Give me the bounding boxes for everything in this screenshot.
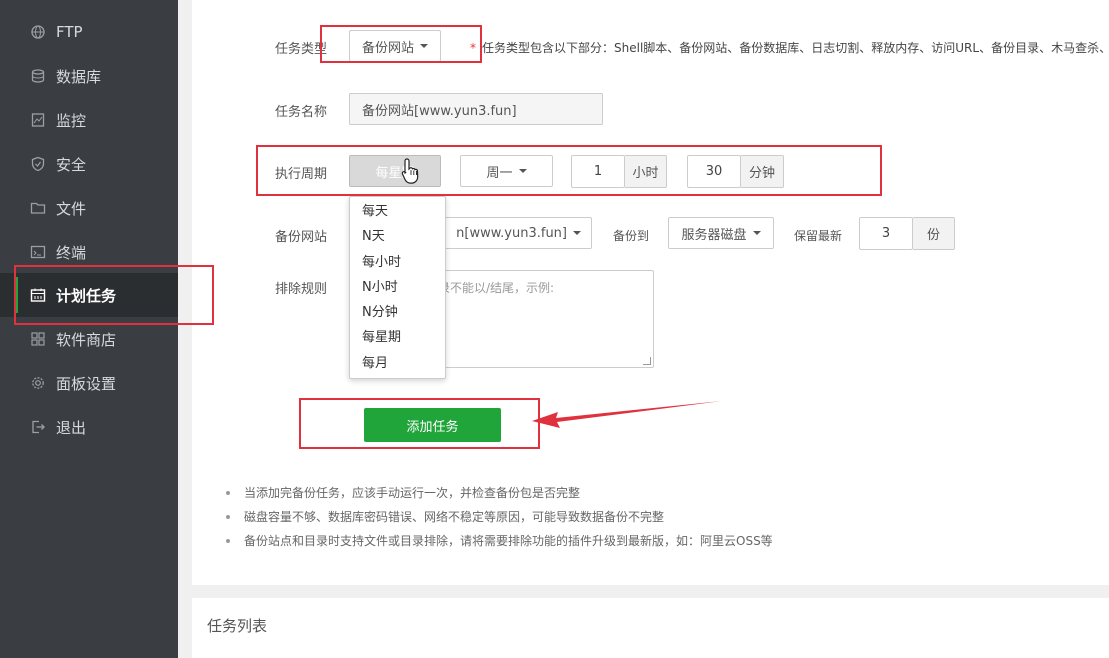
backup-site-label: 备份网站 xyxy=(275,230,328,245)
hour-unit: 小时 xyxy=(625,155,667,188)
hand-cursor-icon xyxy=(401,158,419,184)
monitor-icon xyxy=(30,112,46,128)
sidebar: FTP 数据库 监控 安全 文件 终端 计划任务 软件商店 面板设置 退出 xyxy=(0,0,178,658)
sidebar-item-database[interactable]: 数据库 xyxy=(0,54,178,98)
sidebar-item-logout[interactable]: 退出 xyxy=(0,405,178,449)
task-name-label: 任务名称 xyxy=(275,105,328,120)
exclude-label: 排除规则 xyxy=(275,282,328,297)
dropdown-option-hourly[interactable]: 每小时 xyxy=(350,250,445,275)
sidebar-item-security[interactable]: 安全 xyxy=(0,142,178,186)
task-type-value: 备份网站 xyxy=(361,40,414,56)
sidebar-item-label: 数据库 xyxy=(56,67,102,86)
resize-handle-icon[interactable] xyxy=(643,357,651,365)
chevron-down-icon xyxy=(420,44,428,48)
folder-icon xyxy=(30,200,46,216)
calendar-icon xyxy=(30,287,46,303)
keep-latest-label: 保留最新 xyxy=(794,229,843,243)
sidebar-item-terminal[interactable]: 终端 xyxy=(0,230,178,274)
backup-to-value: 服务器磁盘 xyxy=(681,227,747,243)
task-type-select[interactable]: 备份网站 xyxy=(349,30,441,62)
logout-icon xyxy=(30,419,46,435)
period-label: 执行周期 xyxy=(275,167,328,182)
add-task-form: 任务类型 备份网站 * 任务类型包含以下部分：Shell脚本、备份网站、备份数据库… xyxy=(192,0,1109,585)
grid-icon xyxy=(30,331,46,347)
sidebar-item-label: 面板设置 xyxy=(56,374,117,393)
sidebar-item-label: FTP xyxy=(56,23,83,41)
terminal-icon xyxy=(30,244,46,260)
sidebar-item-monitor[interactable]: 监控 xyxy=(0,98,178,142)
sidebar-item-app-store[interactable]: 软件商店 xyxy=(0,317,178,361)
dropdown-option-monthly[interactable]: 每月 xyxy=(350,351,445,376)
sidebar-item-label: 终端 xyxy=(56,243,87,262)
task-name-input[interactable]: 备份网站[www.yun3.fun] xyxy=(349,93,603,125)
minute-unit: 分钟 xyxy=(741,155,784,188)
weekday-select[interactable]: 周一 xyxy=(460,155,553,187)
list-item: 备份站点和目录时支持文件或目录排除，请将需要排除功能的插件升级到最新版，如：阿里… xyxy=(226,532,773,556)
backup-to-select[interactable]: 服务器磁盘 xyxy=(668,217,774,249)
backup-to-label: 备份到 xyxy=(613,229,650,243)
keep-latest-unit: 份 xyxy=(913,217,955,250)
sidebar-item-label: 退出 xyxy=(56,418,87,437)
dropdown-option-n-hours[interactable]: N小时 xyxy=(350,275,445,300)
exclude-placeholder: 录不能以/结尾，示例: xyxy=(438,281,555,295)
database-icon xyxy=(30,68,46,84)
dropdown-option-daily[interactable]: 每天 xyxy=(350,199,445,224)
sidebar-item-label: 监控 xyxy=(56,111,87,130)
sidebar-item-scheduled-tasks[interactable]: 计划任务 xyxy=(0,273,178,317)
dropdown-option-n-days[interactable]: N天 xyxy=(350,224,445,249)
main-content: 任务类型 备份网站 * 任务类型包含以下部分：Shell脚本、备份网站、备份数据库… xyxy=(178,0,1109,658)
required-mark: * xyxy=(470,41,476,55)
period-type-select[interactable]: 每星期 xyxy=(349,155,441,187)
globe-icon xyxy=(30,24,46,40)
sidebar-item-label: 计划任务 xyxy=(56,286,117,305)
keep-latest-input[interactable]: 3 xyxy=(859,217,913,250)
dropdown-option-weekly[interactable]: 每星期 xyxy=(350,325,445,350)
list-item: 磁盘容量不够、数据库密码错误、网络不稳定等原因，可能导致数据备份不完整 xyxy=(226,508,773,532)
add-task-button[interactable]: 添加任务 xyxy=(364,408,501,442)
gear-icon xyxy=(30,375,46,391)
backup-site-value: n[www.yun3.fun] xyxy=(456,225,567,241)
task-type-hint-text: 任务类型包含以下部分：Shell脚本、备份网站、备份数据库、日志切割、释放内存、… xyxy=(482,41,1109,55)
sidebar-item-files[interactable]: 文件 xyxy=(0,186,178,230)
dropdown-option-n-minutes[interactable]: N分钟 xyxy=(350,300,445,325)
task-list-title: 任务列表 xyxy=(207,617,268,635)
chevron-down-icon xyxy=(573,231,581,235)
notes-list: 当添加完备份任务，应该手动运行一次，并检查备份包是否完整 磁盘容量不够、数据库密… xyxy=(226,484,773,556)
list-item: 当添加完备份任务，应该手动运行一次，并检查备份包是否完整 xyxy=(226,484,773,508)
sidebar-item-label: 文件 xyxy=(56,199,87,218)
sidebar-item-ftp[interactable]: FTP xyxy=(0,10,178,54)
sidebar-item-label: 安全 xyxy=(56,155,87,174)
sidebar-item-label: 软件商店 xyxy=(56,330,117,349)
weekday-value: 周一 xyxy=(486,165,513,181)
hour-input[interactable]: 1 xyxy=(571,155,625,188)
shield-icon xyxy=(30,156,46,172)
sidebar-item-panel-settings[interactable]: 面板设置 xyxy=(0,361,178,405)
chevron-down-icon xyxy=(518,169,527,173)
task-type-hint: * 任务类型包含以下部分：Shell脚本、备份网站、备份数据库、日志切割、释放内存… xyxy=(470,39,1109,56)
period-type-dropdown: 每天 N天 每小时 N小时 N分钟 每星期 每月 xyxy=(349,196,446,379)
task-type-label: 任务类型 xyxy=(275,42,328,57)
minute-input[interactable]: 30 xyxy=(687,155,741,188)
task-list-panel: 任务列表 xyxy=(192,598,1109,658)
chevron-down-icon xyxy=(752,231,761,235)
